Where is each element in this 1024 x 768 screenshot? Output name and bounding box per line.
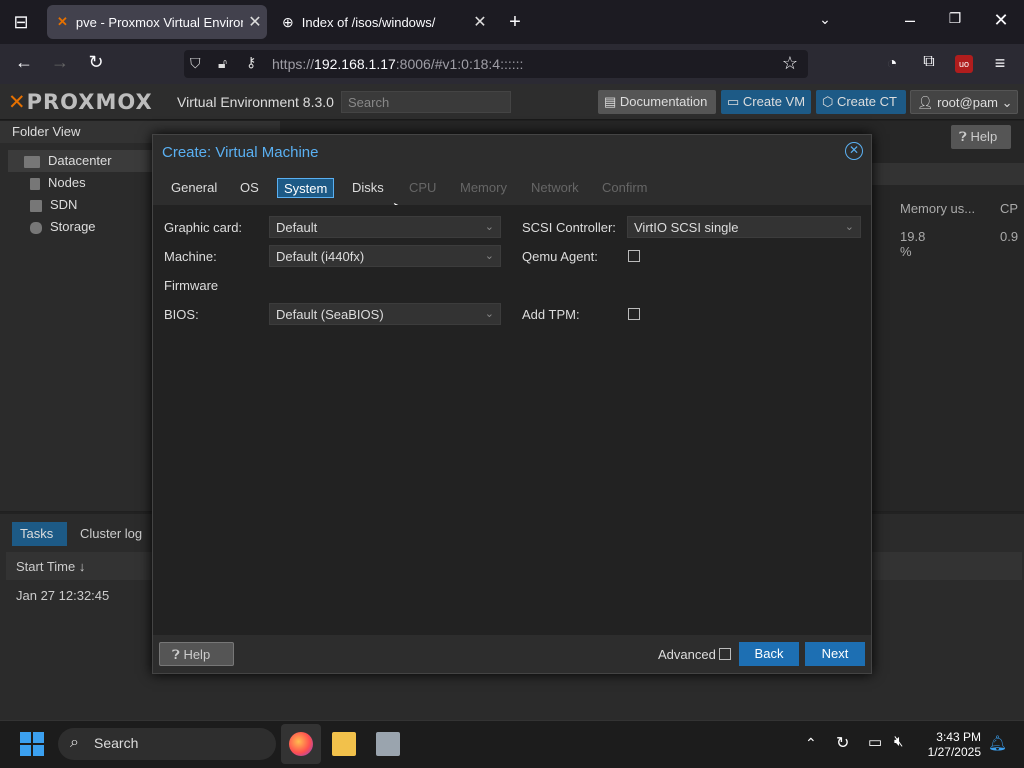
cube-icon: ⬡ bbox=[822, 94, 837, 109]
globe-icon: ⊕ bbox=[282, 13, 294, 30]
chevron-down-icon[interactable]: ⌄ bbox=[810, 11, 840, 28]
machine-select[interactable]: Default (i440fx) ⌄ bbox=[269, 245, 501, 267]
minimize-icon[interactable]: – bbox=[895, 10, 925, 31]
tab-disks[interactable]: Disks bbox=[346, 178, 390, 198]
close-icon[interactable]: ✕ bbox=[845, 142, 863, 160]
tab-list-icon[interactable]: ⊟ bbox=[6, 12, 36, 33]
graphic-card-label: Graphic card: bbox=[164, 220, 243, 235]
book-icon: ▤ bbox=[604, 94, 620, 109]
shield-icon[interactable]: ⛉ bbox=[190, 55, 201, 72]
dialog-body bbox=[153, 205, 871, 635]
chevron-down-icon: ⌄ bbox=[844, 221, 854, 233]
system-clock[interactable]: 3:43 PM 1/27/2025 bbox=[925, 730, 981, 760]
lock-warning-icon[interactable]: 🔓︎ bbox=[218, 55, 227, 72]
advanced-label: Advanced bbox=[658, 647, 716, 662]
chevron-down-icon: ⌄ bbox=[484, 308, 494, 320]
browser-tab-index[interactable]: ⊕ Index of /isos/windows/ ✕ bbox=[272, 5, 492, 39]
app-icon[interactable] bbox=[376, 732, 400, 756]
database-icon bbox=[30, 221, 42, 234]
firefox-icon[interactable] bbox=[289, 732, 313, 756]
network-icon[interactable]: ▭ bbox=[868, 733, 882, 751]
taskbar-search[interactable]: Search bbox=[58, 728, 276, 760]
tab-general[interactable]: General bbox=[165, 178, 223, 198]
toolbar-strip bbox=[872, 163, 1024, 185]
tab-system[interactable]: System bbox=[277, 178, 335, 198]
pve-version: Virtual Environment 8.3.0 bbox=[177, 94, 334, 110]
memory-value: 19.8 % bbox=[900, 229, 926, 259]
qemu-agent-checkbox[interactable] bbox=[628, 250, 640, 262]
chevron-down-icon: ⌄ bbox=[484, 250, 494, 262]
dialog-help-button[interactable]: ❓︎ Help bbox=[159, 642, 234, 666]
pve-search-input[interactable]: Search bbox=[341, 91, 511, 113]
advanced-checkbox[interactable] bbox=[719, 648, 731, 660]
grid-icon bbox=[30, 199, 42, 212]
firmware-heading: Firmware bbox=[164, 278, 219, 293]
tab-title: Index of /isos/windows/ bbox=[301, 14, 436, 30]
user-menu-button[interactable]: 👤︎ root@pam ⌄ bbox=[910, 90, 1018, 114]
browser-tab-pve[interactable]: ✕ pve - Proxmox Virtual Environment ✕ bbox=[47, 5, 267, 39]
menu-icon[interactable]: ≡ bbox=[985, 53, 1015, 74]
proxmox-favicon-icon: ✕ bbox=[57, 14, 68, 29]
scsi-controller-label: SCSI Controller: bbox=[522, 220, 616, 235]
search-icon: ⌕ bbox=[70, 734, 79, 751]
extensions-icon[interactable]: ⧉ bbox=[914, 53, 944, 71]
create-ct-button[interactable]: ⬡ Create CT bbox=[816, 90, 906, 114]
sync-icon[interactable]: ↻ bbox=[836, 733, 849, 753]
qemu-agent-label: Qemu Agent: bbox=[522, 249, 598, 264]
question-icon: ❓︎ bbox=[959, 129, 971, 144]
scsi-controller-select[interactable]: VirtIO SCSI single ⌄ bbox=[627, 216, 861, 238]
create-vm-button[interactable]: ▭ Create VM bbox=[721, 90, 811, 114]
tab-title: pve - Proxmox Virtual Environment bbox=[75, 14, 243, 30]
url-text[interactable]: https://192.168.1.17:8006/#v1:0:18:4::::… bbox=[272, 56, 523, 72]
new-tab-icon[interactable]: + bbox=[500, 11, 530, 34]
bios-label: BIOS: bbox=[164, 307, 199, 322]
server-icon bbox=[24, 155, 40, 168]
tab-tasks[interactable]: Tasks bbox=[12, 522, 67, 546]
close-window-icon[interactable]: ✕ bbox=[986, 10, 1016, 31]
chevron-down-icon: ⌄ bbox=[1001, 95, 1013, 110]
add-tpm-label: Add TPM: bbox=[522, 307, 580, 322]
bookmark-star-icon[interactable]: ☆ bbox=[775, 53, 805, 74]
cpu-value: 0.9 bbox=[1000, 229, 1019, 244]
notification-bell-icon[interactable]: 🔔︎ bbox=[988, 734, 1007, 752]
tab-cpu: CPU bbox=[409, 180, 437, 195]
file-explorer-icon[interactable] bbox=[332, 732, 356, 756]
tab-confirm: Confirm bbox=[602, 180, 648, 195]
tab-os[interactable]: OS bbox=[234, 178, 265, 198]
user-icon: 👤︎ bbox=[917, 95, 938, 110]
reload-icon[interactable]: ↻ bbox=[81, 52, 111, 73]
cpu-column-header[interactable]: CP bbox=[1000, 201, 1018, 216]
documentation-button[interactable]: ▤ Documentation bbox=[598, 90, 716, 114]
tab-cluster-log[interactable]: Cluster log bbox=[80, 526, 142, 541]
monitor-icon: ▭ bbox=[727, 94, 743, 109]
memory-column-header[interactable]: Memory us... bbox=[900, 201, 975, 216]
volume-muted-icon[interactable]: 🔇︎ bbox=[894, 733, 903, 750]
machine-label: Machine: bbox=[164, 249, 217, 264]
back-arrow-icon[interactable]: ← bbox=[9, 52, 39, 73]
forward-arrow-icon[interactable]: → bbox=[45, 52, 75, 73]
pocket-icon[interactable]: ◔ bbox=[877, 53, 907, 74]
column-headers: Memory us... CP bbox=[890, 199, 1024, 225]
chevron-down-icon: ⌄ bbox=[484, 221, 494, 233]
close-tab-icon[interactable]: ✕ bbox=[468, 12, 492, 32]
bios-select[interactable]: Default (SeaBIOS) ⌄ bbox=[269, 303, 501, 325]
next-button[interactable]: Next bbox=[805, 642, 865, 666]
dialog-title: Create: Virtual Machine bbox=[162, 144, 319, 161]
question-icon: ❓︎ bbox=[172, 647, 184, 662]
close-tab-icon[interactable]: ✕ bbox=[243, 12, 267, 32]
tab-network: Network bbox=[531, 180, 579, 195]
windows-start-icon[interactable] bbox=[20, 732, 44, 756]
chevron-up-icon[interactable]: ⌃ bbox=[805, 735, 817, 752]
tab-memory: Memory bbox=[460, 180, 507, 195]
proxmox-logo: ✕PROXMOX bbox=[8, 90, 153, 114]
ublock-icon[interactable]: uo bbox=[955, 55, 973, 73]
add-tpm-checkbox[interactable] bbox=[628, 308, 640, 320]
maximize-icon[interactable]: ❐ bbox=[940, 10, 970, 27]
graphic-card-select[interactable]: Default ⌄ bbox=[269, 216, 501, 238]
back-button[interactable]: Back bbox=[739, 642, 799, 666]
task-row-time[interactable]: Jan 27 12:32:45 bbox=[16, 588, 109, 603]
server-icon bbox=[30, 177, 40, 190]
key-icon[interactable]: ⚷ bbox=[246, 54, 256, 71]
help-button[interactable]: ❓︎ Help bbox=[951, 125, 1011, 149]
